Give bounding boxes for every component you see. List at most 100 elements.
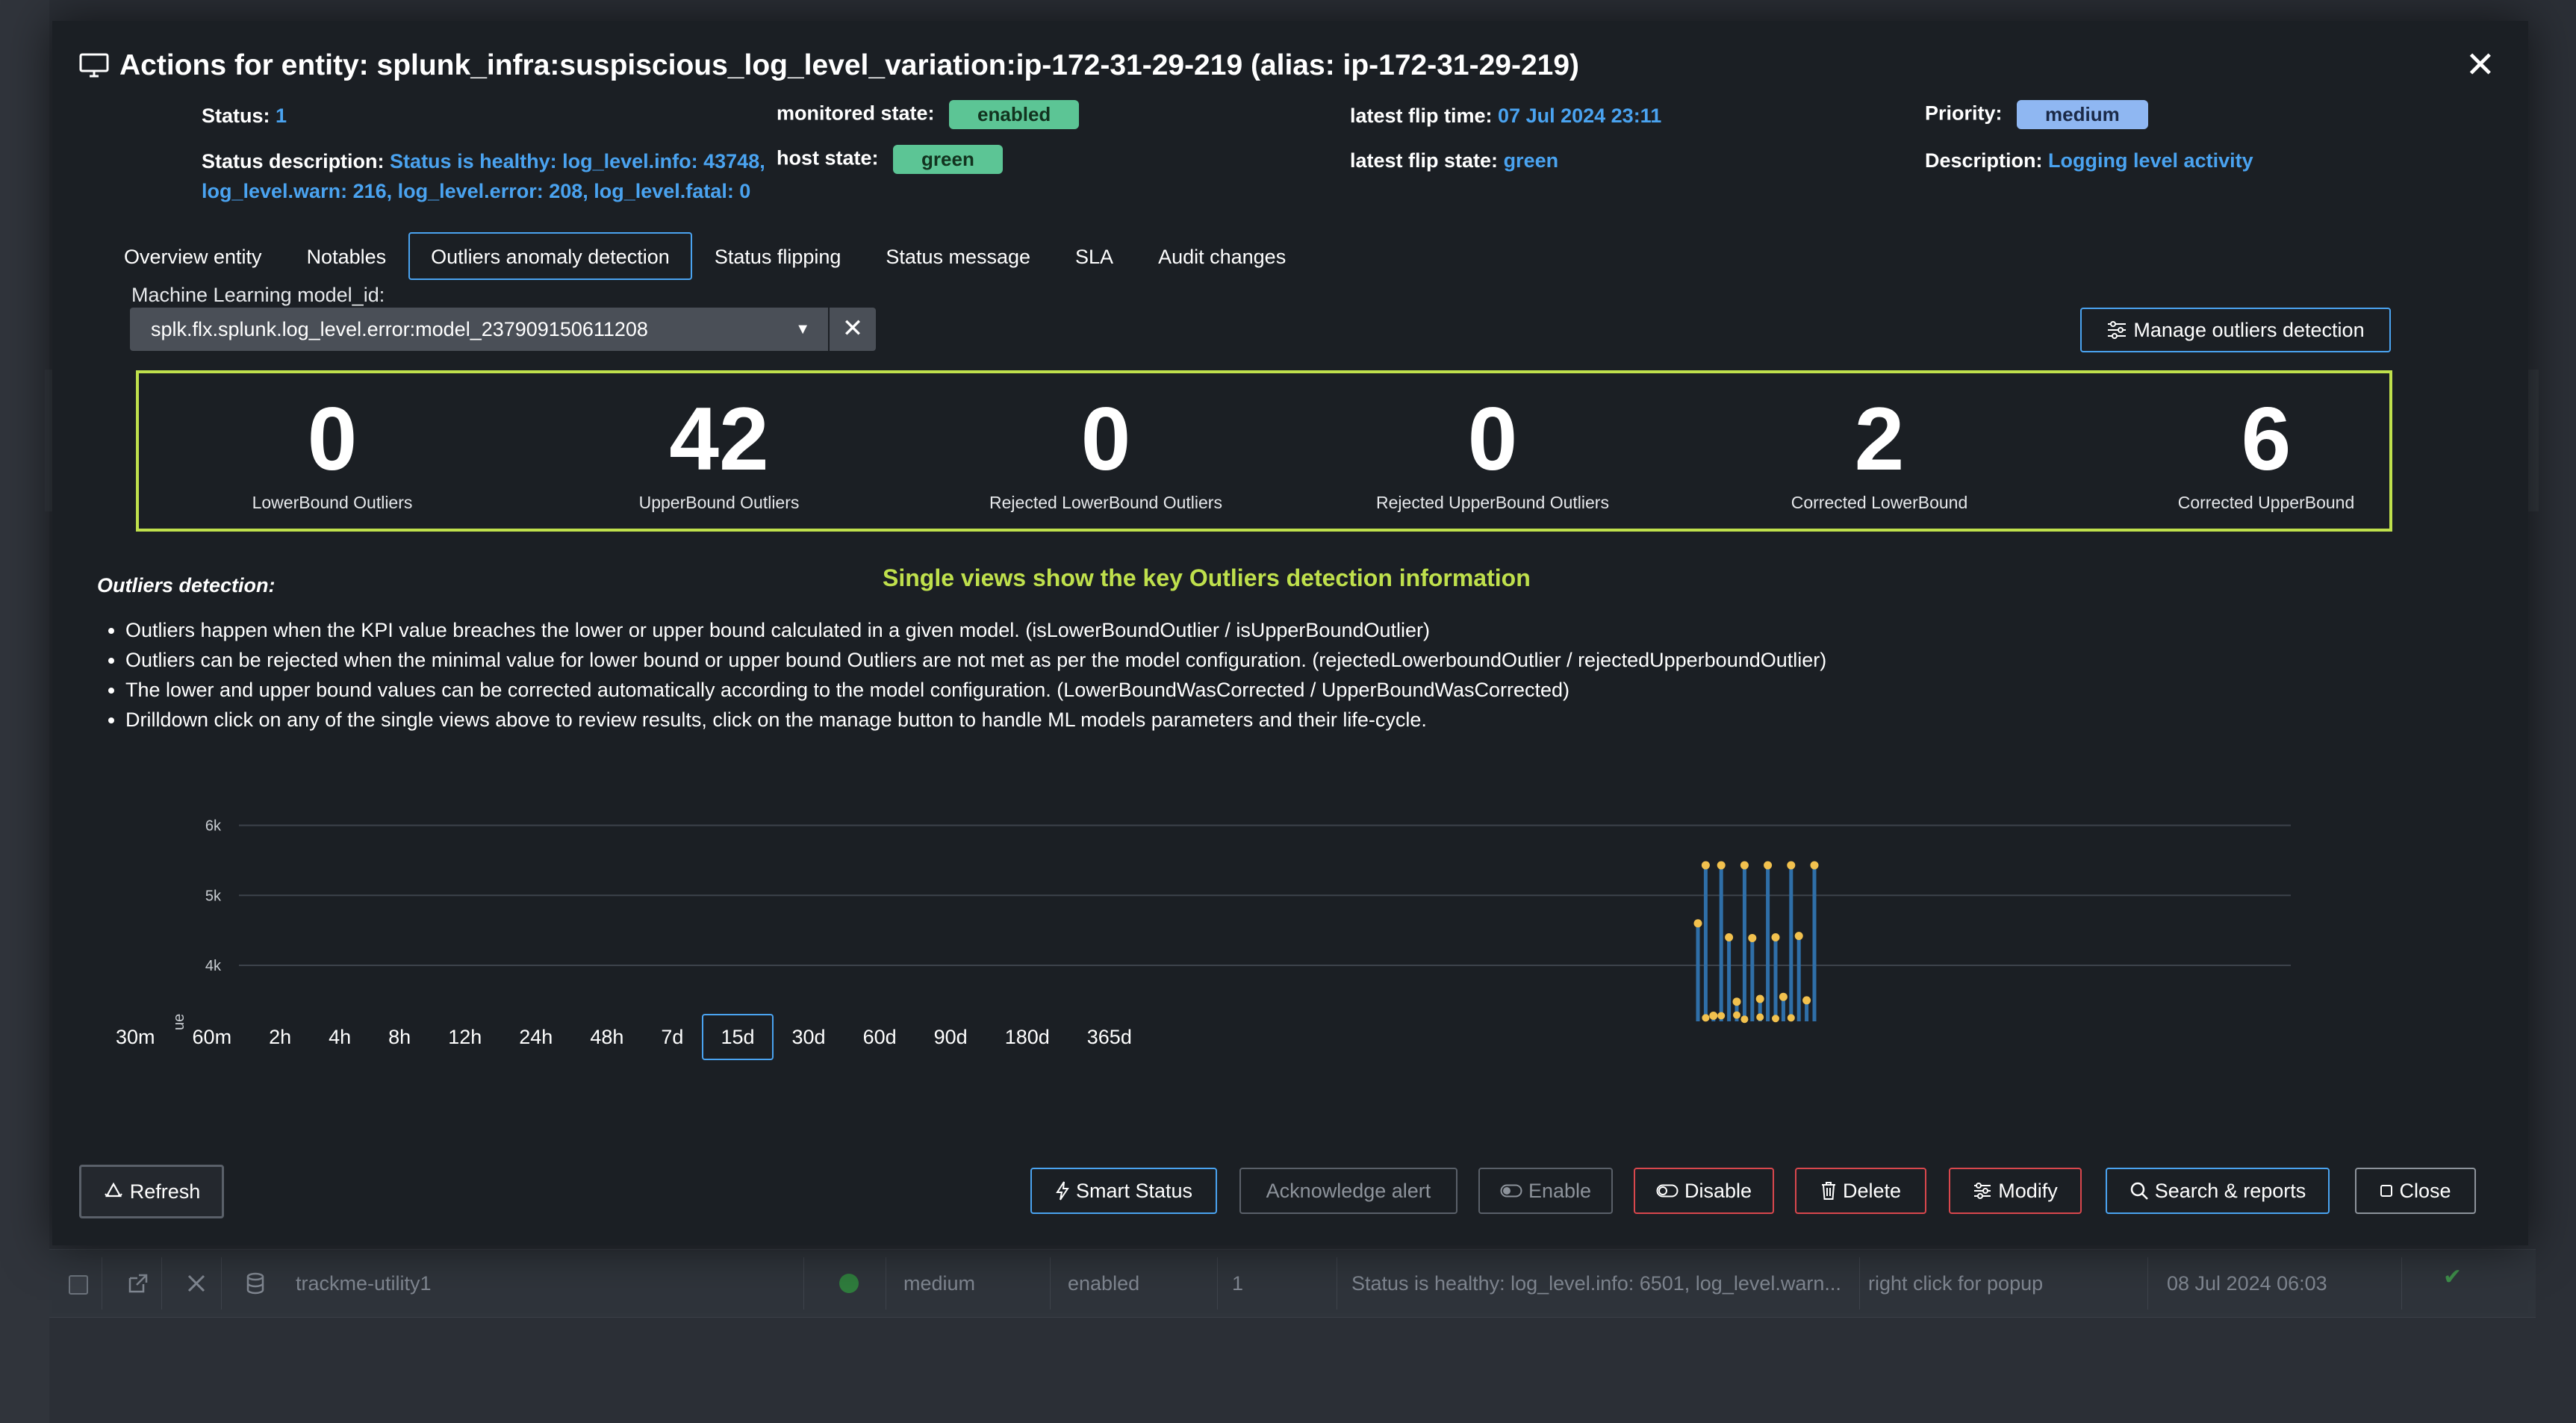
single-view-label: LowerBound Outliers — [252, 493, 413, 512]
chart-point[interactable] — [1755, 994, 1764, 1003]
time-range-30m[interactable]: 30m — [97, 1014, 174, 1060]
row-check-icon: ✔ — [2443, 1265, 2463, 1289]
chart-bar[interactable] — [1789, 865, 1793, 1021]
chart-point[interactable] — [1725, 933, 1734, 941]
chart-point[interactable] — [1740, 861, 1749, 870]
y-tick-label: 5k — [205, 888, 222, 904]
modify-button[interactable]: Modify — [1949, 1168, 2082, 1214]
time-range-2h[interactable]: 2h — [250, 1014, 310, 1060]
tools-icon[interactable] — [185, 1272, 208, 1295]
disable-button[interactable]: Disable — [1634, 1168, 1774, 1214]
chart-point[interactable] — [1764, 861, 1773, 870]
chart-bar[interactable] — [1696, 923, 1700, 1021]
tab-status-flipping[interactable]: Status flipping — [692, 232, 864, 280]
chart-point[interactable] — [1787, 1014, 1795, 1022]
chart-point[interactable] — [1771, 933, 1780, 941]
latest-flip-state-value: green — [1503, 149, 1559, 172]
chart-point[interactable] — [1717, 861, 1726, 870]
row-state: enabled — [1068, 1272, 1140, 1295]
chevron-down-icon[interactable]: ▼ — [795, 308, 810, 351]
tab-notables[interactable]: Notables — [284, 232, 409, 280]
time-range-24h[interactable]: 24h — [500, 1014, 571, 1060]
chart-bar[interactable] — [1773, 937, 1778, 1022]
chart-bar[interactable] — [1703, 865, 1708, 1021]
chart-point[interactable] — [1717, 1012, 1726, 1020]
enable-label: Enable — [1528, 1179, 1592, 1202]
lightning-icon — [1056, 1181, 1069, 1201]
delete-button[interactable]: Delete — [1795, 1168, 1926, 1214]
single-view-rejected-upperbound-outliers[interactable]: 0 Rejected UpperBound Outliers — [1299, 373, 1686, 513]
chart-point[interactable] — [1779, 992, 1788, 1001]
tab-status-message[interactable]: Status message — [863, 232, 1053, 280]
close-icon[interactable]: ✕ — [2465, 48, 2495, 84]
single-view-lowerbound-outliers[interactable]: 0 LowerBound Outliers — [139, 373, 526, 513]
time-range-12h[interactable]: 12h — [429, 1014, 500, 1060]
chart-point[interactable] — [1702, 1014, 1710, 1022]
refresh-button[interactable]: Refresh — [79, 1165, 224, 1218]
chart-bar[interactable] — [1742, 865, 1746, 1021]
chart-bar[interactable] — [1766, 865, 1770, 1021]
row-priority: medium — [903, 1272, 976, 1295]
single-view-value: 0 — [307, 389, 358, 489]
time-range-60m[interactable]: 60m — [174, 1014, 251, 1060]
background-sidebar — [0, 0, 49, 1423]
square-icon — [2380, 1185, 2393, 1197]
tab-overview-entity[interactable]: Overview entity — [102, 232, 284, 280]
chart-bar[interactable] — [1727, 937, 1732, 1022]
single-view-upperbound-outliers[interactable]: 42 UpperBound Outliers — [526, 373, 912, 513]
chart-bar[interactable] — [1719, 865, 1723, 1021]
chart-bar[interactable] — [1796, 935, 1801, 1021]
chart-bar[interactable] — [1812, 865, 1817, 1021]
search-reports-button[interactable]: Search & reports — [2106, 1168, 2330, 1214]
toggle-icon — [1500, 1184, 1522, 1198]
chart-point[interactable] — [1794, 932, 1803, 941]
chart-point[interactable] — [1748, 933, 1757, 942]
close-button[interactable]: Close — [2355, 1168, 2476, 1214]
chart-point[interactable] — [1756, 1013, 1764, 1021]
single-view-corrected-upperbound[interactable]: 6 Corrected UpperBound — [2073, 373, 2460, 513]
single-view-rejected-lowerbound-outliers[interactable]: 0 Rejected LowerBound Outliers — [912, 373, 1299, 513]
status-description-field: Status description: Status is healthy: l… — [202, 146, 769, 206]
chart-point[interactable] — [1802, 996, 1811, 1005]
chart-point[interactable] — [1701, 861, 1710, 870]
chart-bar[interactable] — [1750, 938, 1755, 1021]
chart-point[interactable] — [1733, 1011, 1740, 1019]
time-range-8h[interactable]: 8h — [370, 1014, 429, 1060]
tab-audit-changes[interactable]: Audit changes — [1136, 232, 1308, 280]
chart-point[interactable] — [1772, 1015, 1779, 1023]
row-hint: right click for popup — [1868, 1272, 2044, 1295]
time-range-60d[interactable]: 60d — [844, 1014, 915, 1060]
time-range-4h[interactable]: 4h — [310, 1014, 370, 1060]
ml-model-select[interactable]: splk.flx.splunk.log_level.error:model_23… — [130, 308, 828, 351]
time-range-90d[interactable]: 90d — [915, 1014, 986, 1060]
tab-sla[interactable]: SLA — [1053, 232, 1136, 280]
single-view-corrected-lowerbound[interactable]: 2 Corrected LowerBound — [1686, 373, 2073, 513]
time-range-7d[interactable]: 7d — [642, 1014, 702, 1060]
outliers-chart[interactable]: 4k5k6k ue — [112, 797, 2322, 1036]
acknowledge-alert-button[interactable]: Acknowledge alert — [1239, 1168, 1457, 1214]
chart-point[interactable] — [1740, 1015, 1749, 1024]
column-divider — [803, 1257, 804, 1310]
time-range-365d[interactable]: 365d — [1068, 1014, 1151, 1060]
chart-point[interactable] — [1787, 861, 1796, 870]
chart-point[interactable] — [1709, 1012, 1718, 1020]
trash-icon — [1821, 1182, 1835, 1200]
enable-button[interactable]: Enable — [1478, 1168, 1613, 1214]
time-range-48h[interactable]: 48h — [571, 1014, 642, 1060]
manage-outliers-detection-button[interactable]: Manage outliers detection — [2080, 308, 2391, 352]
clear-selection-button[interactable]: ✕ — [830, 308, 876, 351]
tab-outliers-anomaly-detection[interactable]: Outliers anomaly detection — [408, 232, 692, 280]
time-range-180d[interactable]: 180d — [986, 1014, 1068, 1060]
smart-status-button[interactable]: Smart Status — [1030, 1168, 1217, 1214]
time-range-30d[interactable]: 30d — [774, 1014, 844, 1060]
outliers-detection-title: Outliers detection: — [97, 574, 276, 597]
chart-point[interactable] — [1810, 861, 1819, 870]
chart-point[interactable] — [1693, 919, 1702, 928]
background-table-row[interactable]: trackme-utility1 medium enabled 1 Status… — [49, 1249, 2536, 1318]
ml-model-label: Machine Learning model_id: — [131, 284, 385, 306]
sliders-icon — [1974, 1183, 1991, 1199]
chart-point[interactable] — [1732, 997, 1741, 1006]
time-range-15d[interactable]: 15d — [702, 1014, 774, 1060]
open-external-icon[interactable] — [127, 1272, 149, 1295]
row-checkbox[interactable] — [69, 1275, 88, 1295]
